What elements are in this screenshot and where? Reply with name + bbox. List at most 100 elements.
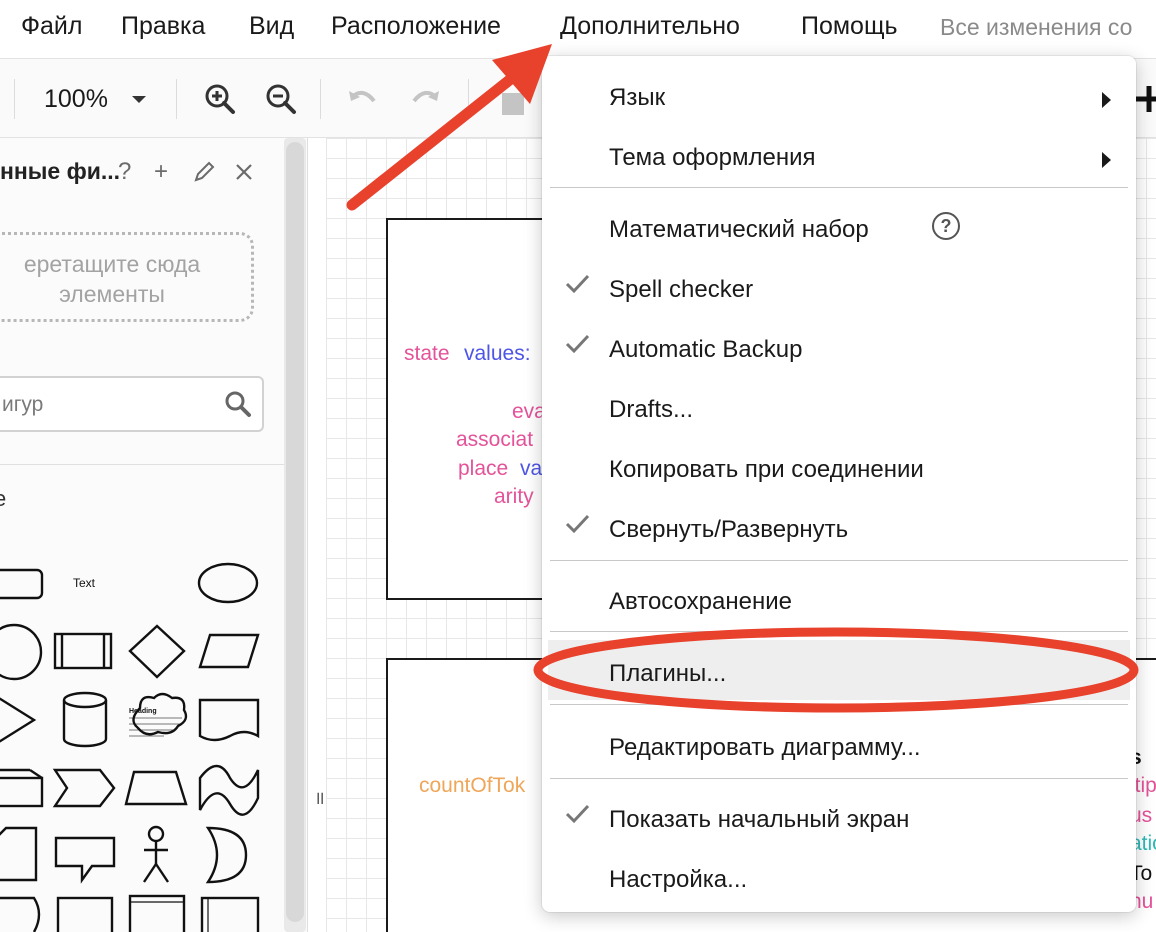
shape-text-label[interactable]: Text — [73, 576, 96, 590]
menu-arrange[interactable]: Расположение — [331, 12, 501, 41]
library-help-icon[interactable]: ? — [118, 158, 131, 186]
box1-line2: eva — [512, 400, 546, 423]
section-title[interactable]: е — [0, 486, 6, 512]
menu-help[interactable]: Помощь — [801, 12, 898, 41]
zoom-select[interactable]: 100% — [44, 85, 108, 114]
menu-item-plugins[interactable]: Плагины... — [548, 640, 1130, 700]
zoom-in-icon[interactable] — [203, 81, 237, 117]
toolbar-separator — [14, 79, 15, 119]
undo-icon[interactable] — [346, 81, 380, 117]
shape-circle[interactable] — [0, 623, 43, 681]
menu-item-label: Редактировать диаграмму... — [609, 734, 921, 761]
box1-place: place — [458, 457, 509, 480]
menu-file[interactable]: Файл — [21, 12, 82, 41]
pencil-icon[interactable] — [192, 160, 216, 184]
box1-state: state — [404, 342, 450, 365]
menu-item-spell-checker[interactable]: Spell checker — [542, 256, 1136, 316]
delete-icon[interactable] — [498, 81, 532, 117]
menu-item-edit-diagram[interactable]: Редактировать диаграмму... — [542, 714, 1136, 774]
shape-ellipse[interactable] — [197, 562, 259, 604]
menu-view[interactable]: Вид — [249, 12, 294, 41]
shape-partial-3[interactable] — [128, 894, 186, 932]
box1-values: values: — [464, 342, 531, 365]
shape-parallelogram[interactable] — [198, 633, 260, 669]
library-drop-zone[interactable]: еретащите сюда элементы — [0, 232, 254, 322]
menu-item-math[interactable]: Математический набор ? — [542, 196, 1136, 256]
shape-step[interactable] — [52, 768, 116, 808]
library-add-icon[interactable]: + — [154, 158, 168, 186]
shape-trapezoid[interactable] — [124, 770, 188, 806]
menu-separator — [550, 631, 1128, 632]
drop-zone-line1: еретащите сюда — [23, 251, 201, 277]
menu-item-label: Spell checker — [609, 276, 754, 303]
shape-palette: Text Heading — [0, 562, 260, 932]
shape-diamond[interactable] — [128, 624, 186, 679]
menu-item-automatic-backup[interactable]: Automatic Backup — [542, 316, 1136, 376]
menu-item-show-start-screen[interactable]: Показать начальный экран — [542, 786, 1136, 846]
menu-item-theme[interactable]: Тема оформления — [542, 124, 1136, 184]
toolbar-separator — [320, 79, 321, 119]
search-placeholder: игур — [2, 393, 44, 416]
menu-item-label: Плагины... — [609, 660, 727, 687]
menu-bar: Файл Правка Вид Расположение Дополнитель… — [0, 0, 1156, 56]
menu-item-label: Автосохранение — [609, 588, 792, 615]
box1-arity: arity — [494, 485, 534, 508]
shape-partial-2[interactable] — [56, 896, 114, 932]
menu-extras[interactable]: Дополнительно — [560, 12, 740, 41]
split-handle[interactable]: ॥ — [314, 786, 325, 810]
help-icon[interactable]: ? — [932, 212, 960, 240]
menu-item-label: Показать начальный экран — [609, 806, 910, 833]
extras-dropdown-menu: Язык Тема оформления Математический набо… — [542, 56, 1136, 912]
menu-item-language[interactable]: Язык — [542, 64, 1136, 124]
shape-actor[interactable] — [143, 825, 169, 883]
search-icon[interactable] — [224, 390, 252, 418]
shape-partial-4[interactable] — [200, 896, 260, 932]
close-icon[interactable] — [234, 162, 254, 182]
menu-separator — [550, 704, 1128, 705]
shape-sidebar: нные фи... ? + еретащите сюда элементы и… — [0, 138, 308, 932]
toolbar-separator — [176, 79, 177, 119]
menu-item-label: Свернуть/Развернуть — [609, 516, 849, 543]
chevron-down-icon[interactable] — [130, 95, 148, 105]
shape-tape[interactable] — [198, 764, 260, 816]
shape-partial-1[interactable] — [0, 896, 41, 932]
save-status: Все изменения со — [940, 14, 1133, 40]
toolbar-separator — [468, 79, 469, 119]
shape-process[interactable] — [53, 632, 113, 670]
menu-edit[interactable]: Правка — [121, 12, 205, 41]
menu-item-autosave[interactable]: Автосохранение — [542, 568, 1136, 628]
shape-cylinder[interactable] — [62, 691, 108, 748]
menu-item-label: Математический набор — [609, 216, 869, 243]
shape-triangle[interactable] — [0, 695, 37, 745]
submenu-arrow-icon — [1102, 152, 1111, 168]
checkmark-icon — [565, 334, 590, 354]
shape-card[interactable] — [0, 826, 38, 882]
menu-item-collapse-expand[interactable]: Свернуть/Развернуть — [542, 496, 1136, 556]
shape-rounded-rect[interactable] — [0, 568, 44, 600]
scrollbar-thumb[interactable] — [286, 142, 304, 922]
shape-search-input[interactable]: игур — [0, 376, 264, 432]
menu-item-label: Automatic Backup — [609, 336, 803, 363]
menu-item-copy-on-connect[interactable]: Копировать при соединении — [542, 436, 1136, 496]
zoom-out-icon[interactable] — [264, 81, 298, 117]
shape-cube[interactable] — [0, 768, 44, 808]
checkmark-icon — [565, 274, 590, 294]
menu-item-label: Настройка... — [609, 866, 748, 893]
shape-document[interactable] — [198, 698, 260, 742]
shape-heading-label: Heading — [129, 708, 157, 715]
menu-item-label: Тема оформления — [609, 144, 816, 171]
drop-zone-line2: элементы — [59, 281, 165, 307]
shape-callout[interactable] — [54, 836, 116, 884]
submenu-arrow-icon — [1102, 92, 1111, 108]
sidebar-scrollbar[interactable] — [284, 138, 306, 932]
redo-icon[interactable] — [408, 81, 442, 117]
menu-item-configure[interactable]: Настройка... — [542, 846, 1136, 906]
menu-item-label: Drafts... — [609, 396, 694, 423]
menu-separator — [550, 560, 1128, 561]
box2-count: countOfTok — [419, 774, 526, 797]
sidebar-divider — [0, 464, 284, 465]
menu-item-drafts[interactable]: Drafts... — [542, 376, 1136, 436]
shape-or[interactable] — [205, 826, 248, 884]
library-title[interactable]: нные фи... — [0, 158, 120, 185]
menu-item-label: Язык — [609, 84, 666, 111]
